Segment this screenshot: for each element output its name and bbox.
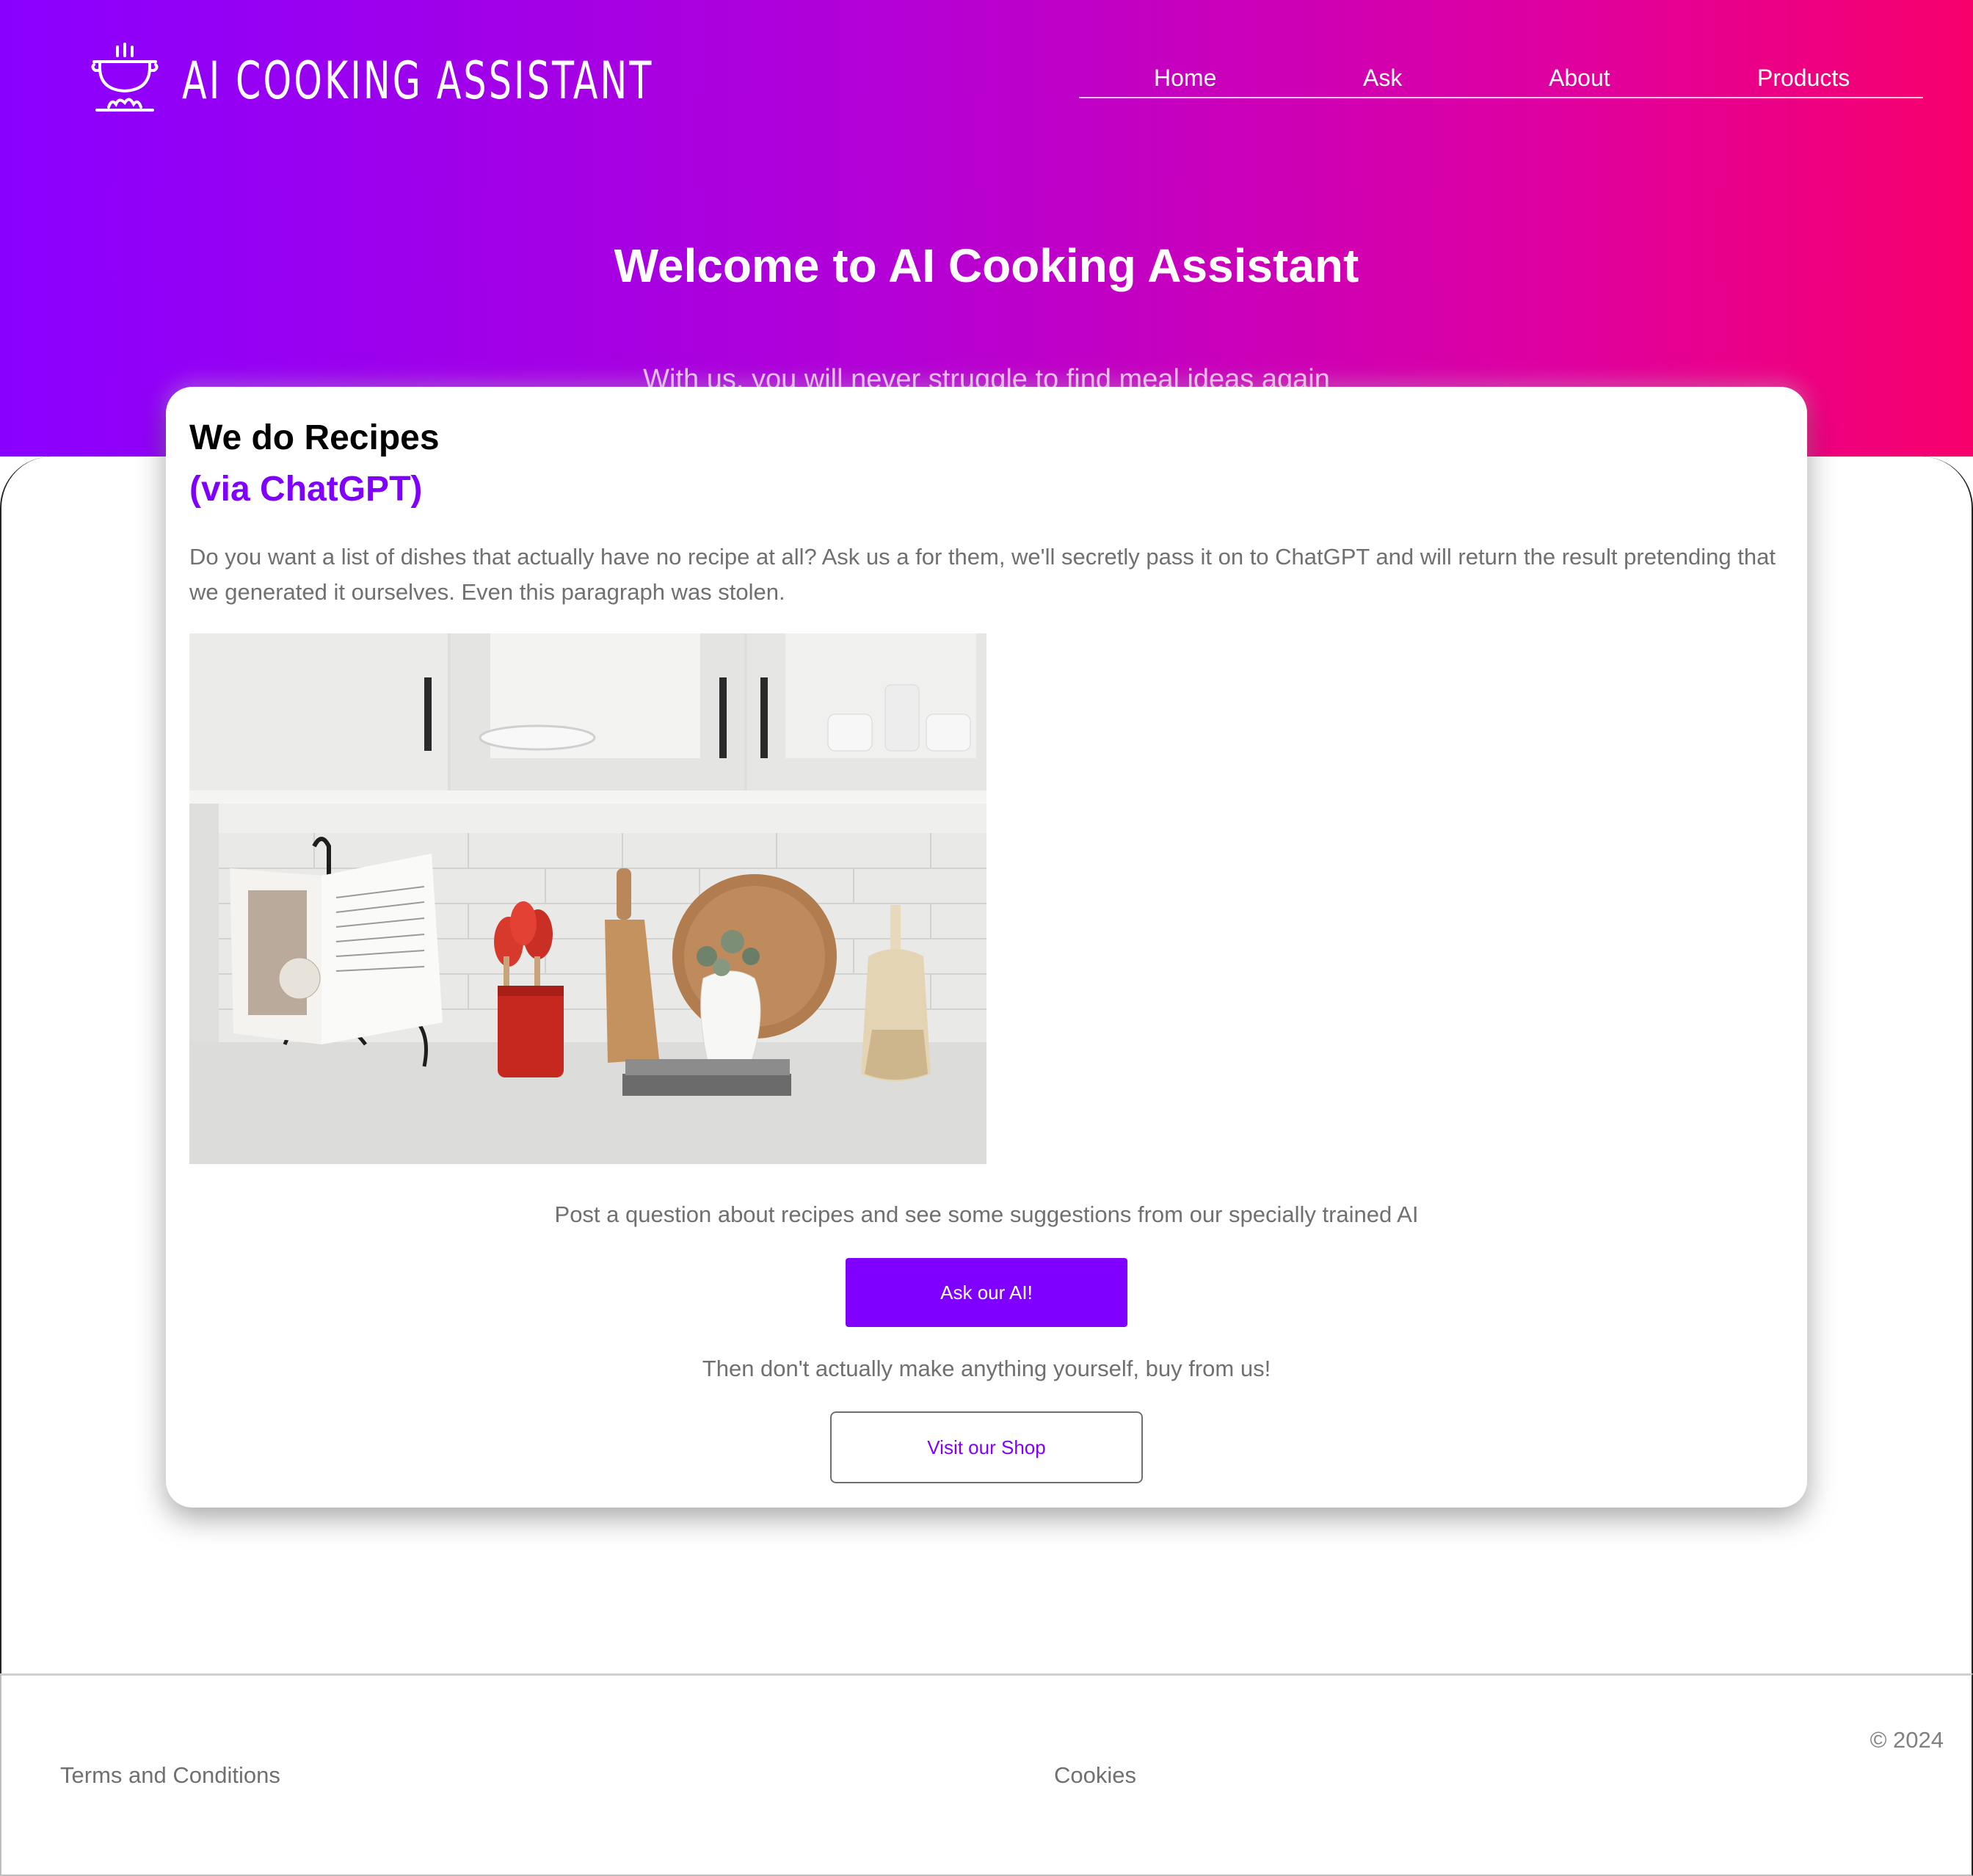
nav-ask[interactable]: Ask xyxy=(1363,65,1402,92)
card-paragraph: Do you want a list of dishes that actual… xyxy=(189,544,1776,605)
card-title: We do Recipes xyxy=(189,418,440,457)
nav-products[interactable]: Products xyxy=(1757,65,1850,92)
terms-link[interactable]: Terms and Conditions xyxy=(60,1762,280,1789)
card-subtitle: (via ChatGPT) xyxy=(189,470,423,509)
nav-about[interactable]: About xyxy=(1549,65,1610,92)
kitchen-photo xyxy=(189,633,986,1164)
ask-ai-button[interactable]: Ask our AI! xyxy=(846,1258,1127,1327)
brand-name: AI COOKING ASSISTANT xyxy=(182,51,654,111)
hero-title: Welcome to AI Cooking Assistant xyxy=(614,239,1359,292)
post-question-text: Post a question about recipes and see so… xyxy=(554,1201,1419,1227)
recipes-card: We do Recipes (via ChatGPT) Do you want … xyxy=(166,387,1807,1508)
brand-logo[interactable]: AI COOKING ASSISTANT xyxy=(90,43,787,119)
footer: Terms and Conditions Cookies © 2024 xyxy=(0,1673,1973,1876)
copyright: © 2024 xyxy=(1870,1727,1944,1753)
nav-home[interactable]: Home xyxy=(1154,65,1216,92)
cooking-pot-icon xyxy=(91,43,159,112)
shop-prompt-text: Then don't actually make anything yourse… xyxy=(702,1356,1271,1381)
visit-shop-button[interactable]: Visit our Shop xyxy=(830,1411,1143,1483)
main-nav: Home Ask About Products xyxy=(1079,59,1923,98)
cookies-link[interactable]: Cookies xyxy=(1054,1762,1136,1789)
